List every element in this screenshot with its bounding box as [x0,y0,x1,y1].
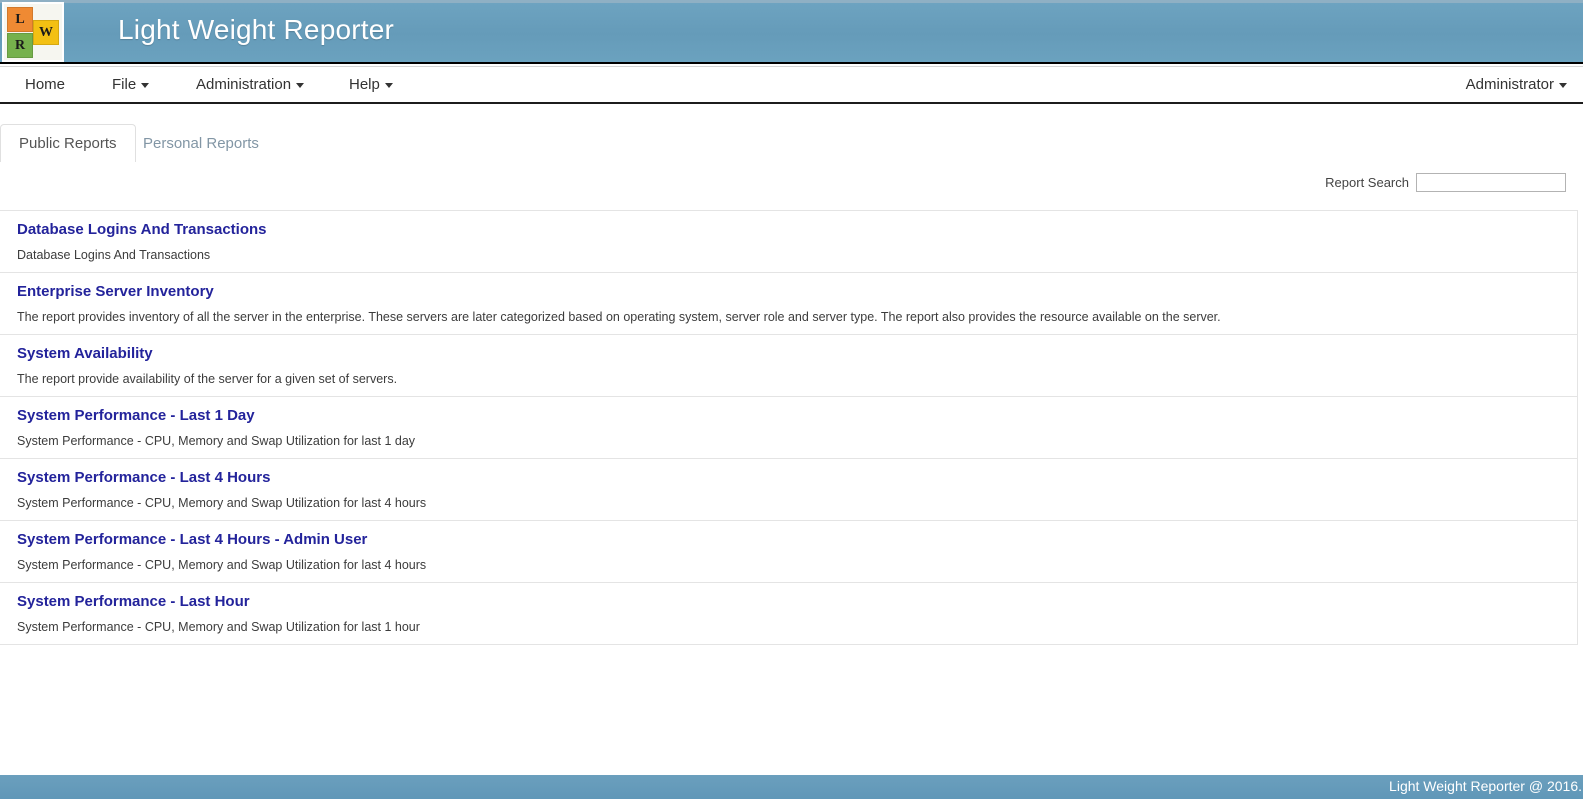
nav-item-file[interactable]: File [112,76,150,93]
nav-item-help-label: Help [349,76,380,93]
report-title-link[interactable]: System Performance - Last 1 Day [17,407,1561,424]
nav-item-administration[interactable]: Administration [196,76,305,93]
search-input[interactable] [1416,172,1566,192]
nav-item-administrator-menu[interactable]: Administrator [1466,76,1567,93]
report-title-link[interactable]: System Availability [17,345,1561,362]
report-tabs: Public Reports Personal Reports [0,106,1583,162]
main-navbar: Home File Administration Help Administra… [0,66,1583,104]
report-description: System Performance - CPU, Memory and Swa… [17,496,427,510]
report-description: The report provide availability of the s… [17,372,398,386]
nav-item-help[interactable]: Help [349,76,393,93]
report-description: Database Logins And Transactions [17,248,211,262]
report-description: The report provides inventory of all the… [17,310,1221,324]
report-search-label: Report Search [1325,174,1409,190]
report-search-row: Report Search [1325,170,1566,194]
report-description: System Performance - CPU, Memory and Swa… [17,620,420,634]
report-title-link[interactable]: System Performance - Last 4 Hours - Admi… [17,531,1561,548]
list-item[interactable]: System Availability The report provide a… [0,335,1577,397]
nav-item-home[interactable]: Home [25,76,65,93]
chevron-down-icon [141,82,150,88]
tab-public-reports[interactable]: Public Reports [0,124,136,162]
chevron-down-icon [1559,82,1567,88]
report-title-link[interactable]: System Performance - Last 4 Hours [17,469,1561,486]
logo-tile-l-icon: L [7,7,33,32]
app-footer: Light Weight Reporter @ 2016. [0,775,1583,799]
list-item[interactable]: Enterprise Server Inventory The report p… [0,273,1577,335]
chevron-down-icon [296,82,305,88]
report-description: System Performance - CPU, Memory and Swa… [17,434,416,448]
report-title-link[interactable]: System Performance - Last Hour [17,593,1561,610]
nav-item-administration-label: Administration [196,76,292,93]
list-item[interactable]: System Performance - Last 1 Day System P… [0,397,1577,459]
app-logo: L R W [2,2,64,62]
tab-personal-reports[interactable]: Personal Reports [124,124,278,162]
report-title-link[interactable]: Database Logins And Transactions [17,221,1561,238]
tab-personal-reports-label: Personal Reports [143,135,259,152]
logo-tile-w-icon: W [33,20,59,45]
list-item[interactable]: Database Logins And Transactions Databas… [0,211,1577,273]
chevron-down-icon [384,82,393,88]
list-item[interactable]: System Performance - Last 4 Hours System… [0,459,1577,521]
nav-item-administrator-label: Administrator [1465,76,1554,93]
tab-public-reports-label: Public Reports [19,135,117,152]
app-header: L R W Light Weight Reporter [0,0,1583,64]
list-item[interactable]: System Performance - Last 4 Hours - Admi… [0,521,1577,583]
report-title-link[interactable]: Enterprise Server Inventory [17,283,1561,300]
report-description: System Performance - CPU, Memory and Swa… [17,558,427,572]
nav-item-home-label: Home [25,76,66,93]
list-item[interactable]: System Performance - Last Hour System Pe… [0,583,1577,644]
logo-tile-r-icon: R [7,33,33,58]
nav-item-file-label: File [112,76,137,93]
report-list: Database Logins And Transactions Databas… [0,210,1578,645]
footer-copyright: Light Weight Reporter @ 2016. [1389,778,1582,794]
page-title: Light Weight Reporter [118,14,395,45]
